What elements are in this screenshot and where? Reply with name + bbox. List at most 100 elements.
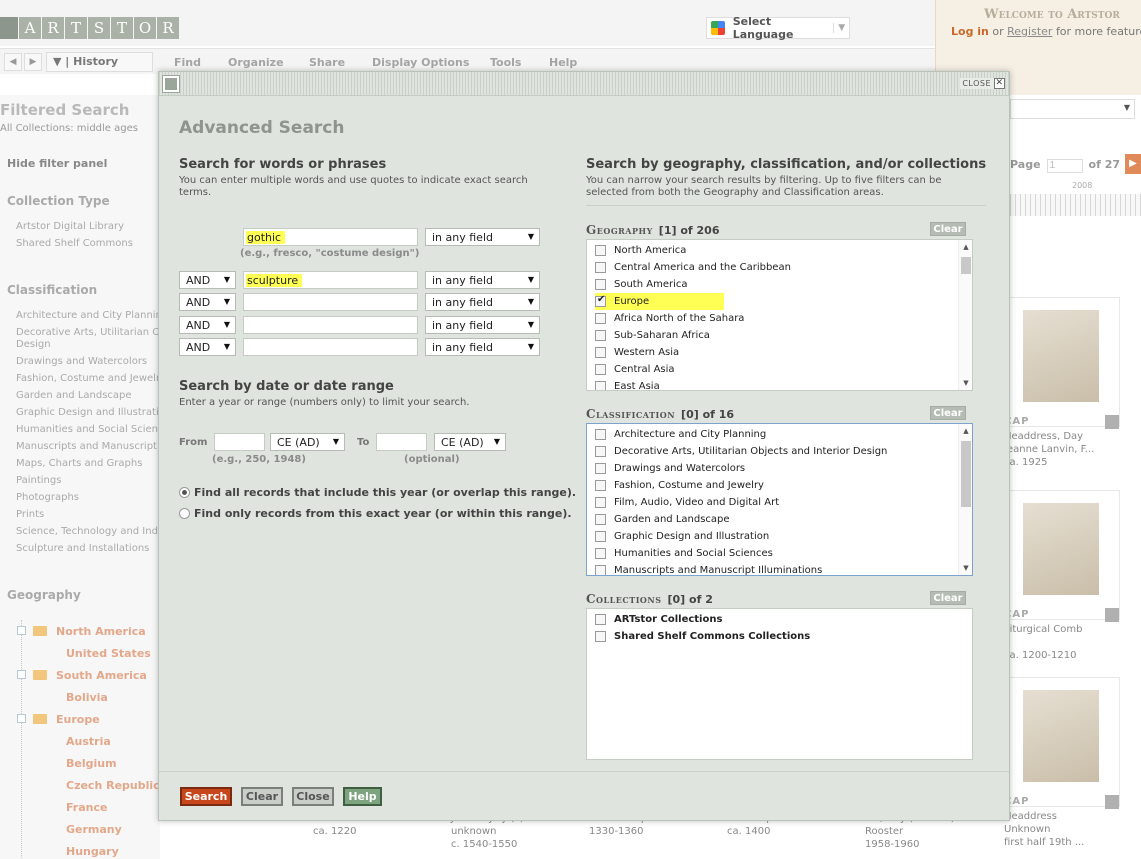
checkbox[interactable] (595, 364, 606, 375)
classification-item[interactable]: Graphic Design and Illustration (16, 407, 171, 418)
geography-option[interactable]: East Asia (587, 378, 958, 390)
dialog-titlebar[interactable]: CLOSE ✕ (159, 72, 1009, 96)
search-term-input[interactable]: gothic (243, 228, 418, 246)
results-sort-select[interactable]: ▼ (1010, 99, 1135, 119)
checkbox[interactable] (595, 330, 606, 341)
geo-tree-node[interactable]: Czech Republic (66, 779, 160, 792)
radio-button[interactable] (179, 487, 190, 498)
history-button[interactable]: ▼ | History (46, 52, 153, 72)
register-link[interactable]: Register (1007, 25, 1052, 38)
checkbox[interactable] (595, 262, 606, 273)
dialog-close-button[interactable]: CLOSE ✕ (960, 78, 1005, 89)
menu-organize[interactable]: Organize (228, 56, 284, 69)
login-link[interactable]: Log in (951, 25, 989, 38)
checkbox[interactable] (595, 446, 606, 457)
collection-type-item[interactable]: Artstor Digital Library (16, 221, 124, 232)
to-year-input[interactable] (376, 433, 427, 451)
result-thumbnail[interactable] (1004, 677, 1120, 807)
classification-item[interactable]: Prints (16, 509, 44, 520)
geography-option[interactable]: Central Asia (587, 361, 958, 378)
classification-item[interactable]: Garden and Landscape (16, 390, 132, 401)
collections-option[interactable]: Shared Shelf Commons Collections (587, 628, 958, 645)
classification-option[interactable]: Film, Audio, Video and Digital Art (587, 494, 958, 511)
collapse-icon[interactable] (17, 714, 26, 723)
scroll-up-icon[interactable]: ▲ (959, 243, 972, 251)
search-term-input[interactable] (243, 293, 418, 311)
field-select[interactable]: in any field ▼ (425, 271, 540, 289)
classification-item[interactable]: Humanities and Social Sciences (16, 424, 175, 435)
search-term-input[interactable] (243, 338, 418, 356)
geography-option[interactable]: South America (587, 276, 958, 293)
radio-overlap[interactable]: Find all records that include this year … (179, 486, 576, 499)
classification-item[interactable]: Maps, Charts and Graphs (16, 458, 142, 469)
geo-tree-node[interactable]: Germany (66, 823, 122, 836)
collections-clear-button[interactable]: Clear (930, 591, 966, 605)
geo-tree-node[interactable]: Europe (56, 713, 100, 726)
classification-option[interactable]: Architecture and City Planning (587, 426, 958, 443)
search-button[interactable]: Search (180, 787, 232, 806)
checkbox[interactable] (595, 279, 606, 290)
classification-option[interactable]: Drawings and Watercolors (587, 460, 958, 477)
checkbox[interactable] (595, 614, 606, 625)
geography-clear-button[interactable]: Clear (930, 222, 966, 236)
close-button[interactable]: Close (292, 787, 334, 806)
scroll-thumb[interactable] (961, 441, 971, 507)
geo-tree-node[interactable]: Bolivia (66, 691, 108, 704)
geography-option[interactable]: Western Asia (587, 344, 958, 361)
geography-option[interactable]: Central America and the Caribbean (587, 259, 958, 276)
page-input[interactable] (1046, 158, 1083, 173)
clear-button[interactable]: Clear (241, 787, 283, 806)
checkbox[interactable] (595, 548, 606, 559)
result-thumbnail[interactable] (1004, 297, 1120, 427)
geo-tree-node[interactable]: Hungary (66, 845, 119, 858)
radio-button[interactable] (179, 508, 190, 519)
from-era-select[interactable]: CE (AD) ▼ (270, 433, 345, 451)
geo-tree-node[interactable]: South America (56, 669, 147, 682)
language-selector[interactable]: Select Language ▼ (706, 15, 850, 41)
menu-find[interactable]: Find (174, 56, 201, 69)
from-year-input[interactable] (214, 433, 265, 451)
scrollbar[interactable]: ▲ ▼ (958, 240, 972, 390)
help-button[interactable]: Help (343, 787, 382, 806)
classification-item[interactable]: Photographs (16, 492, 79, 503)
geo-tree-node[interactable]: United States (66, 647, 151, 660)
classification-item[interactable]: Architecture and City Planning (16, 310, 168, 321)
field-select[interactable]: in any field ▼ (425, 338, 540, 356)
menu-tools[interactable]: Tools (490, 56, 521, 69)
next-page-button[interactable]: ▶ (1125, 154, 1141, 174)
scroll-down-icon[interactable]: ▼ (959, 564, 972, 572)
search-term-input[interactable] (243, 316, 418, 334)
checkbox[interactable] (595, 381, 606, 390)
geo-tree-node[interactable]: Belgium (66, 757, 117, 770)
field-select[interactable]: in any field ▼ (425, 228, 540, 246)
scroll-up-icon[interactable]: ▲ (959, 427, 972, 435)
classification-option[interactable]: Garden and Landscape (587, 511, 958, 528)
forward-arrow-icon[interactable]: ▶ (24, 53, 42, 71)
checkbox[interactable] (595, 463, 606, 474)
checkbox[interactable] (595, 565, 606, 575)
field-select[interactable]: in any field ▼ (425, 293, 540, 311)
boolean-operator-select[interactable]: AND ▼ (179, 316, 236, 334)
menu-share[interactable]: Share (309, 56, 345, 69)
checkbox[interactable] (595, 429, 606, 440)
checkbox[interactable] (595, 631, 606, 642)
checkbox[interactable] (595, 245, 606, 256)
checkbox[interactable] (595, 313, 606, 324)
classification-item[interactable]: Fashion, Costume and Jewelry (16, 373, 166, 384)
scroll-thumb[interactable] (961, 257, 971, 274)
boolean-operator-select[interactable]: AND ▼ (179, 338, 236, 356)
collapse-icon[interactable] (17, 626, 26, 635)
scrollbar[interactable]: ▲ ▼ (958, 424, 972, 575)
hide-filter-panel-link[interactable]: Hide filter panel (7, 157, 107, 170)
timeline-slider[interactable] (1010, 194, 1141, 216)
checkbox[interactable] (595, 480, 606, 491)
checkbox[interactable] (595, 514, 606, 525)
boolean-operator-select[interactable]: AND ▼ (179, 293, 236, 311)
geography-option[interactable]: North America (587, 242, 958, 259)
geography-option[interactable]: Europe (587, 293, 958, 310)
classification-item[interactable]: Sculpture and Installations (16, 543, 149, 554)
geography-listbox[interactable]: North America Central America and the Car… (586, 239, 973, 391)
classification-item[interactable]: Drawings and Watercolors (16, 356, 147, 367)
checkbox[interactable] (595, 497, 606, 508)
geography-option[interactable]: Sub-Saharan Africa (587, 327, 958, 344)
